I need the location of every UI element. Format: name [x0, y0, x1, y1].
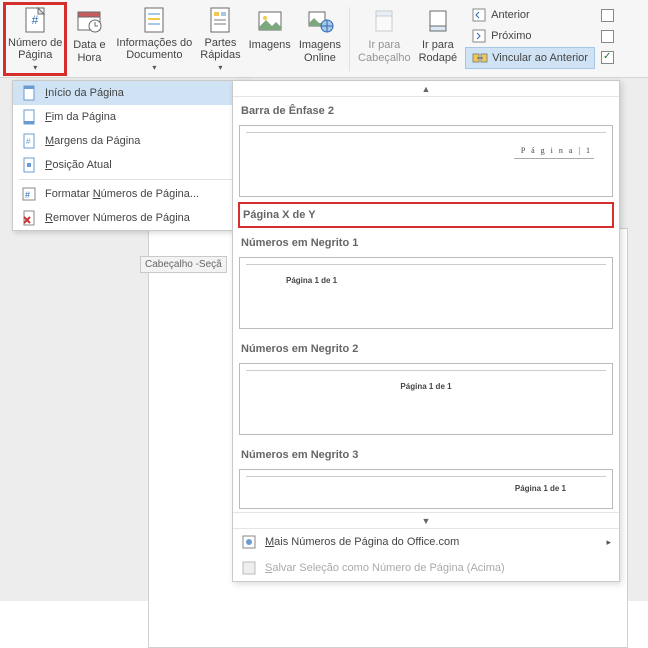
- category-bold-3: Números em Negrito 3: [239, 441, 613, 465]
- remove-numbers-icon: [21, 210, 37, 226]
- date-icon: [73, 5, 105, 37]
- previous-label: Anterior: [491, 9, 530, 21]
- page-number-icon: #: [19, 5, 51, 35]
- svg-text:#: #: [32, 13, 39, 27]
- header-section-tag: Cabeçalho -Seçã: [140, 256, 227, 273]
- previous-button[interactable]: Anterior: [465, 5, 595, 25]
- quickparts-icon: [204, 5, 236, 35]
- menu-remove-label: Remover Números de Página: [45, 212, 190, 224]
- menu-margins-label: Margens da Página: [45, 135, 140, 147]
- preview-text: Página 1 de 1: [400, 382, 451, 391]
- link-previous-label: Vincular ao Anterior: [492, 52, 588, 64]
- ribbon: # Número de Página ▾ Data e Hora Informa…: [0, 0, 648, 78]
- page-bottom-icon: [21, 109, 37, 125]
- gallery-scroll-up[interactable]: ▲: [233, 81, 619, 97]
- preview-emphasis-2[interactable]: P á g i n a | 1: [239, 125, 613, 197]
- doc-info-button[interactable]: Informações do Documento ▾: [112, 3, 196, 75]
- svg-text:#: #: [26, 137, 31, 146]
- date-time-button[interactable]: Data e Hora: [66, 3, 112, 75]
- preview-text: Página 1 de 1: [515, 484, 566, 493]
- current-position-icon: [21, 157, 37, 173]
- preview-bold-2[interactable]: Página 1 de 1: [239, 363, 613, 435]
- menu-separator: [19, 179, 242, 180]
- doc-info-label: Informações do Documento: [116, 37, 192, 62]
- checkbox-3[interactable]: [601, 51, 614, 64]
- chevron-right-icon: ▸: [606, 537, 611, 548]
- link-previous-button[interactable]: Vincular ao Anterior: [465, 47, 595, 69]
- images-online-icon: [304, 5, 336, 37]
- go-footer-icon: [422, 5, 454, 37]
- preview-bold-1[interactable]: Página 1 de 1: [239, 257, 613, 329]
- page-margins-icon: #: [21, 133, 37, 149]
- office-icon: [241, 534, 257, 550]
- checkbox-2[interactable]: [601, 30, 614, 43]
- menu-top-of-page[interactable]: Início da Página ▸: [13, 81, 248, 105]
- quickparts-label: Partes Rápidas: [200, 37, 240, 62]
- go-header-button[interactable]: Ir para Cabeçalho: [354, 3, 415, 75]
- menu-bottom-of-page[interactable]: Fim da Página ▸: [13, 105, 248, 129]
- menu-page-margins[interactable]: # Margens da Página ▸: [13, 129, 248, 153]
- next-label: Próximo: [491, 30, 531, 42]
- go-footer-label: Ir para Rodapé: [419, 39, 458, 64]
- preview-text: Página 1 de 1: [286, 276, 337, 285]
- category-bold-1: Números em Negrito 1: [239, 229, 613, 253]
- images-label: Imagens: [249, 39, 291, 52]
- page-number-button[interactable]: # Número de Página ▾: [4, 3, 66, 75]
- dropdown-arrow-icon: ▾: [33, 63, 37, 72]
- go-header-icon: [368, 5, 400, 37]
- gallery-footer: Mais Números de Página do Office.com ▸ S…: [233, 528, 619, 581]
- gallery-body: Barra de Ênfase 2 P á g i n a | 1 Página…: [233, 97, 619, 512]
- save-selection: Salvar Seleção como Número de Página (Ac…: [233, 555, 619, 581]
- menu-format-label: Formatar Números de Página...: [45, 188, 199, 200]
- more-office-label: Mais Números de Página do Office.com: [265, 536, 459, 548]
- page-number-menu: Início da Página ▸ Fim da Página ▸ # Mar…: [12, 80, 249, 231]
- page-number-label: Número de Página: [8, 37, 62, 62]
- category-page-x-of-y: Página X de Y: [239, 203, 613, 227]
- go-footer-button[interactable]: Ir para Rodapé: [415, 3, 462, 75]
- menu-position-label: Posição Atual: [45, 159, 112, 171]
- preview-bold-3[interactable]: Página 1 de 1: [239, 469, 613, 509]
- page-top-icon: [21, 85, 37, 101]
- gallery-scroll-down[interactable]: ▼: [233, 512, 619, 528]
- nav-stack: Anterior Próximo Vincular ao Anterior: [465, 3, 595, 69]
- go-header-label: Ir para Cabeçalho: [358, 39, 411, 64]
- page-number-gallery: ▲ Barra de Ênfase 2 P á g i n a | 1 Pági…: [232, 80, 620, 582]
- group-separator: [349, 7, 350, 71]
- menu-remove-numbers[interactable]: Remover Números de Página: [13, 206, 248, 230]
- prev-icon: [471, 7, 487, 23]
- format-numbers-icon: #: [21, 186, 37, 202]
- images-online-label: Imagens Online: [299, 39, 341, 64]
- category-emphasis-bar: Barra de Ênfase 2: [239, 97, 613, 121]
- more-from-office[interactable]: Mais Números de Página do Office.com ▸: [233, 529, 619, 555]
- save-selection-label: Salvar Seleção como Número de Página (Ac…: [265, 562, 505, 574]
- checkbox-1[interactable]: [601, 9, 614, 22]
- svg-text:#: #: [25, 190, 30, 200]
- checkbox-column: [595, 3, 618, 64]
- menu-format-numbers[interactable]: # Formatar Números de Página...: [13, 182, 248, 206]
- menu-top-label: Início da Página: [45, 87, 124, 99]
- next-button[interactable]: Próximo: [465, 26, 595, 46]
- save-selection-icon: [241, 560, 257, 576]
- category-bold-2: Números em Negrito 2: [239, 335, 613, 359]
- date-time-label: Data e Hora: [73, 39, 105, 64]
- images-online-button[interactable]: Imagens Online: [295, 3, 345, 75]
- quickparts-button[interactable]: Partes Rápidas ▾: [196, 3, 244, 75]
- preview-text: P á g i n a | 1: [521, 146, 592, 155]
- images-icon: [254, 5, 286, 37]
- dropdown-arrow-icon: ▾: [218, 63, 222, 72]
- dropdown-arrow-icon: ▾: [152, 63, 156, 72]
- doc-info-icon: [138, 5, 170, 35]
- menu-bottom-label: Fim da Página: [45, 111, 116, 123]
- link-icon: [472, 50, 488, 66]
- next-icon: [471, 28, 487, 44]
- images-button[interactable]: Imagens: [245, 3, 295, 75]
- menu-current-position[interactable]: Posição Atual ▸: [13, 153, 248, 177]
